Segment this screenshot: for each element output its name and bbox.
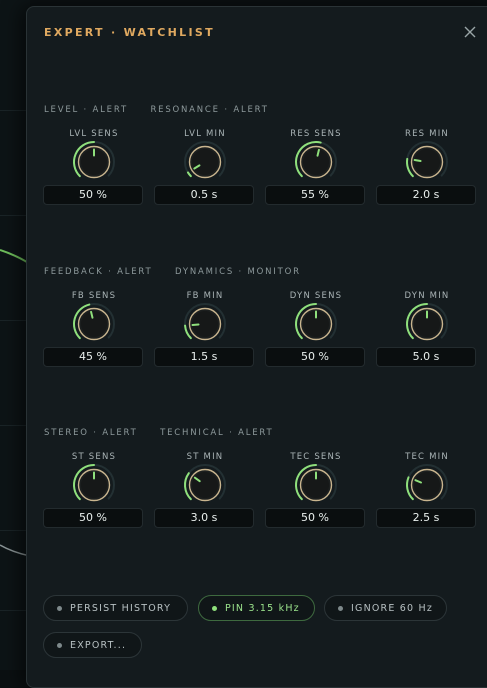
export-button[interactable]: EXPORT... bbox=[43, 632, 142, 658]
persist-history-button[interactable]: PERSIST HISTORY bbox=[43, 595, 188, 621]
knob-res-min: RES MIN2.0 s bbox=[392, 129, 462, 229]
knob-cap bbox=[81, 311, 107, 337]
knob-tec-sens: TEC SENS50 % bbox=[281, 452, 351, 552]
knob-label: RES SENS bbox=[281, 129, 351, 139]
knob-tec-min: TEC MIN2.5 s bbox=[392, 452, 462, 552]
knob-dial[interactable] bbox=[71, 139, 117, 185]
ignore-hum-label: IGNORE 60 Hz bbox=[351, 603, 433, 614]
pin-frequency-label: PIN 3.15 kHz bbox=[225, 603, 300, 614]
knob-lvl-min: LVL MIN0.5 s bbox=[170, 129, 240, 229]
knob-indicator bbox=[318, 150, 319, 156]
knob-dial[interactable] bbox=[404, 301, 450, 347]
knob-label: RES MIN bbox=[392, 129, 462, 139]
knob-value-field[interactable]: 50 % bbox=[43, 185, 143, 205]
knob-label: ST SENS bbox=[59, 452, 129, 462]
knob-lvl-sens: LVL SENS50 % bbox=[59, 129, 129, 229]
status-dot bbox=[57, 643, 62, 648]
knob-fb-min: FB MIN1.5 s bbox=[170, 291, 240, 391]
knob-cap bbox=[303, 149, 329, 175]
knob-dial[interactable] bbox=[182, 462, 228, 508]
knob-dial[interactable] bbox=[293, 301, 339, 347]
knob-res-sens: RES SENS55 % bbox=[281, 129, 351, 229]
pin-frequency-button[interactable]: PIN 3.15 kHz bbox=[198, 595, 315, 621]
knob-label: TEC MIN bbox=[392, 452, 462, 462]
section-heading-stereo-technical: STEREO · ALERT TECHNICAL · ALERT bbox=[44, 428, 274, 438]
knob-indicator bbox=[415, 160, 421, 161]
knob-label: TEC SENS bbox=[281, 452, 351, 462]
knob-value-field[interactable]: 45 % bbox=[43, 347, 143, 367]
knob-value-field[interactable]: 50 % bbox=[265, 347, 365, 367]
export-label: EXPORT... bbox=[70, 640, 126, 651]
status-dot bbox=[338, 606, 343, 611]
knob-label: LVL MIN bbox=[170, 129, 240, 139]
knob-value-field[interactable]: 0.5 s bbox=[154, 185, 254, 205]
status-dot bbox=[57, 606, 62, 611]
ignore-hum-button[interactable]: IGNORE 60 Hz bbox=[324, 595, 447, 621]
knob-value-field[interactable]: 3.0 s bbox=[154, 508, 254, 528]
knob-value-field[interactable]: 50 % bbox=[43, 508, 143, 528]
knob-dyn-min: DYN MIN5.0 s bbox=[392, 291, 462, 391]
knob-st-min: ST MIN3.0 s bbox=[170, 452, 240, 552]
knob-dial[interactable] bbox=[182, 139, 228, 185]
knob-label: LVL SENS bbox=[59, 129, 129, 139]
persist-history-label: PERSIST HISTORY bbox=[70, 603, 171, 614]
knob-cap bbox=[192, 472, 218, 498]
knob-value-field[interactable]: 50 % bbox=[265, 508, 365, 528]
section-heading-feedback-dynamics: FEEDBACK · ALERT DYNAMICS · MONITOR bbox=[44, 267, 301, 277]
knob-dial[interactable] bbox=[182, 301, 228, 347]
knob-value-field[interactable]: 2.5 s bbox=[376, 508, 476, 528]
knob-label: FB SENS bbox=[59, 291, 129, 301]
knob-value-field[interactable]: 1.5 s bbox=[154, 347, 254, 367]
knob-value-field[interactable]: 5.0 s bbox=[376, 347, 476, 367]
panel-title: EXPERT · WATCHLIST bbox=[44, 26, 215, 39]
knob-cap bbox=[414, 472, 440, 498]
knob-level-arc bbox=[188, 172, 191, 176]
close-icon[interactable] bbox=[463, 25, 477, 39]
knob-dial[interactable] bbox=[404, 139, 450, 185]
knob-st-sens: ST SENS50 % bbox=[59, 452, 129, 552]
knob-label: DYN MIN bbox=[392, 291, 462, 301]
knob-label: DYN SENS bbox=[281, 291, 351, 301]
knob-fb-sens: FB SENS45 % bbox=[59, 291, 129, 391]
status-dot bbox=[212, 606, 217, 611]
knob-dial[interactable] bbox=[293, 462, 339, 508]
section-heading-level-resonance: LEVEL · ALERT RESONANCE · ALERT bbox=[44, 105, 269, 115]
knob-label: FB MIN bbox=[170, 291, 240, 301]
watchlist-panel: EXPERT · WATCHLIST LEVEL · ALERT RESONAN… bbox=[26, 6, 487, 688]
knob-dial[interactable] bbox=[71, 301, 117, 347]
knob-cap bbox=[414, 149, 440, 175]
knob-dyn-sens: DYN SENS50 % bbox=[281, 291, 351, 391]
knob-value-field[interactable]: 55 % bbox=[265, 185, 365, 205]
knob-value-field[interactable]: 2.0 s bbox=[376, 185, 476, 205]
knob-dial[interactable] bbox=[71, 462, 117, 508]
knob-label: ST MIN bbox=[170, 452, 240, 462]
knob-dial[interactable] bbox=[293, 139, 339, 185]
knob-cap bbox=[192, 149, 218, 175]
knob-dial[interactable] bbox=[404, 462, 450, 508]
knob-indicator bbox=[91, 312, 92, 318]
